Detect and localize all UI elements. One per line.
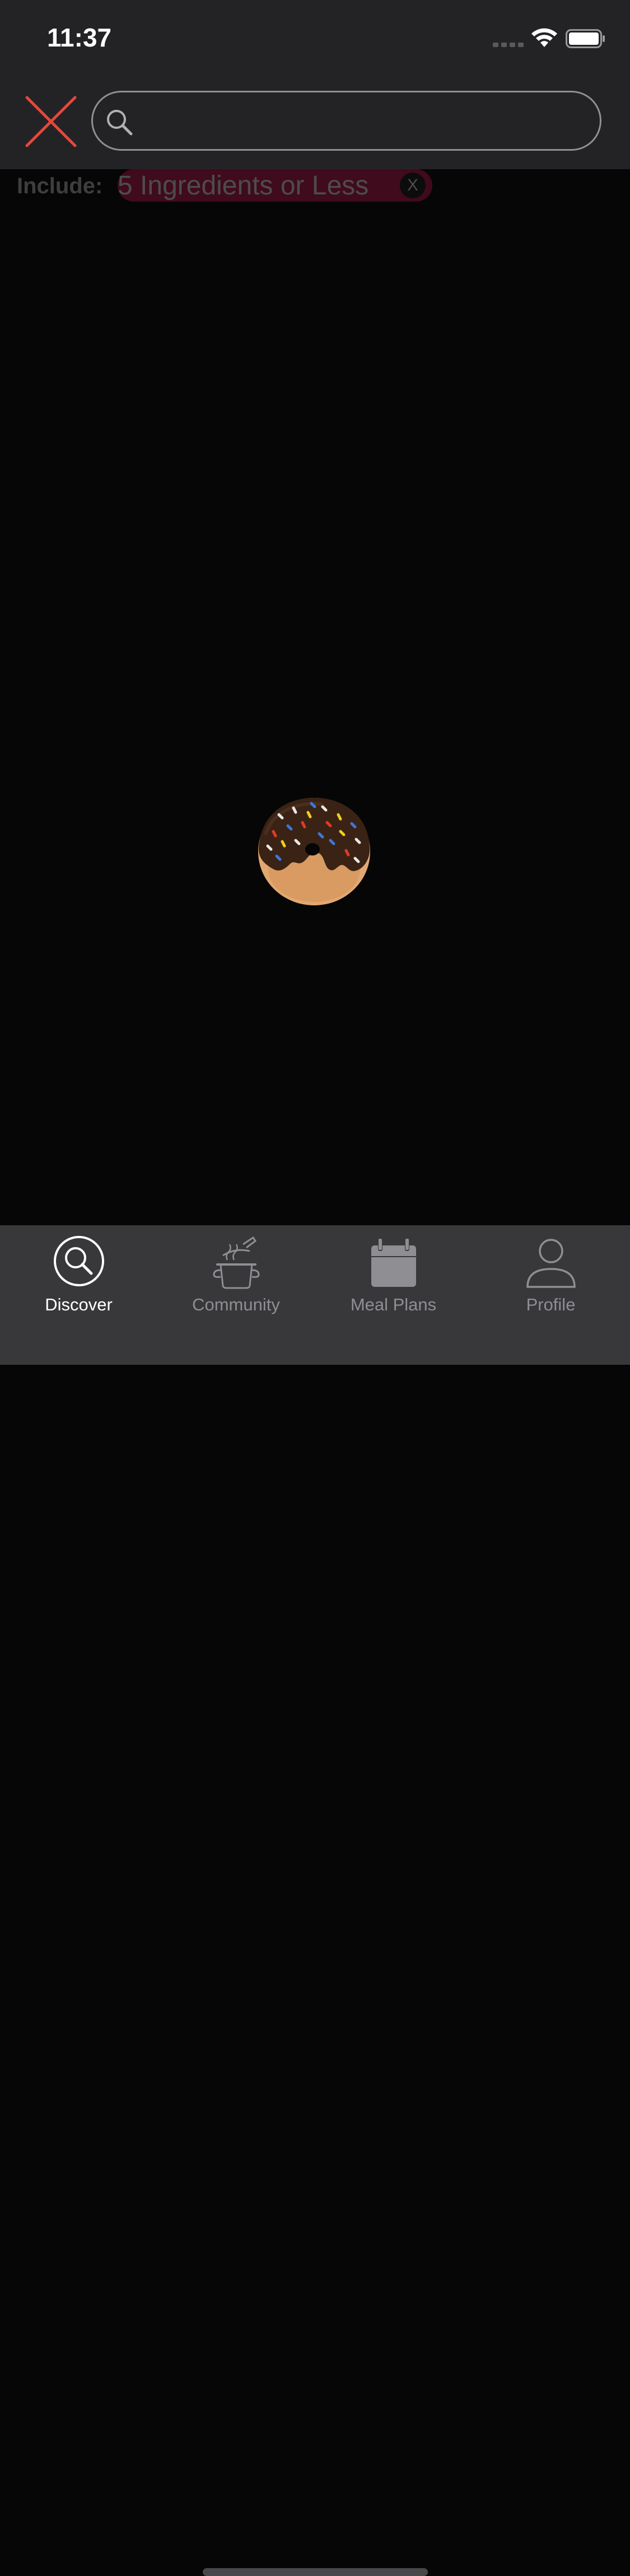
filter-chip-label: 5 Ingredients or Less (118, 171, 369, 201)
status-time: 11:37 (47, 23, 112, 52)
tab-profile[interactable]: Profile (472, 1225, 629, 1326)
search-input[interactable] (143, 92, 582, 150)
wifi-icon (531, 28, 557, 47)
person-icon (526, 1239, 576, 1288)
donut-loading-icon (258, 798, 370, 905)
top-header: 11:37 (0, 0, 630, 169)
tab-label: Community (192, 1295, 280, 1314)
battery-icon (566, 29, 605, 48)
cooking-pot-icon (212, 1236, 260, 1289)
home-indicator (203, 2568, 428, 2576)
filter-chip-remove-button[interactable]: X (400, 173, 426, 198)
close-icon[interactable] (25, 95, 77, 148)
tab-label: Meal Plans (350, 1295, 437, 1314)
tab-label: Discover (45, 1295, 113, 1314)
filter-chip[interactable]: 5 Ingredients or Less X (118, 169, 432, 202)
filter-row: Include: 5 Ingredients or Less X (0, 169, 630, 204)
tab-community[interactable]: Community (157, 1225, 315, 1326)
bottom-tab-bar: Discover Community Meal Plans Profile (0, 1225, 630, 2576)
tab-label: Profile (526, 1295, 576, 1314)
search-icon (53, 1236, 104, 1286)
include-label: Include: (17, 174, 103, 198)
search-icon (107, 110, 133, 136)
tab-meal-plans[interactable]: Meal Plans (315, 1225, 472, 1326)
cellular-signal-icon (493, 43, 524, 47)
calendar-icon (371, 1238, 416, 1287)
search-bar[interactable] (91, 91, 601, 151)
tab-discover[interactable]: Discover (0, 1225, 157, 1326)
